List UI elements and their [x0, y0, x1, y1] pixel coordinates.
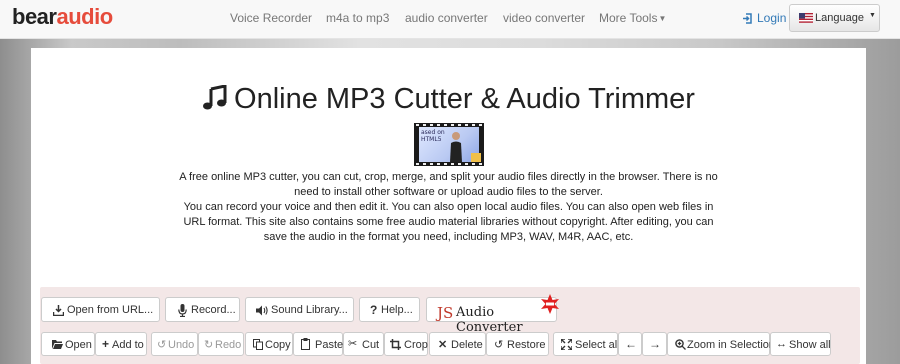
description-paragraph-1: A free online MP3 cutter, you can cut, c…	[179, 171, 718, 198]
zoom-in-icon	[675, 339, 686, 350]
nav-audio-converter[interactable]: audio converter	[405, 11, 488, 25]
nav-more-tools-label: More Tools	[599, 11, 658, 25]
login-link[interactable]: Login	[742, 11, 786, 25]
caret-down-icon: ▼	[869, 12, 876, 19]
undo-icon: ↺	[157, 339, 167, 351]
arrow-left-icon: ←	[625, 337, 637, 351]
thumbnail-caption-line2: HTML5	[421, 136, 442, 143]
redo-label: Redo	[215, 339, 242, 351]
cut-button[interactable]: ✂ Cut	[343, 332, 384, 356]
language-dropdown[interactable]: Language ▼	[789, 4, 880, 32]
help-label: Help...	[381, 304, 413, 316]
open-label: Open	[65, 339, 92, 351]
resize-horizontal-icon: ↔	[776, 338, 787, 350]
delete-button[interactable]: ✕ Delete	[429, 332, 486, 356]
help-button[interactable]: ? Help...	[359, 297, 420, 322]
main-panel: Online MP3 Cutter & Audio Trimmer ased o…	[31, 48, 866, 364]
new-badge-icon	[541, 294, 559, 314]
thumbnail-caption: ased on HTML5	[421, 129, 445, 143]
music-note-icon	[203, 84, 227, 110]
arrow-right-icon: →	[649, 337, 661, 351]
zoom-in-selection-button[interactable]: Zoom in Selection	[667, 332, 775, 356]
copy-icon	[253, 339, 263, 350]
nav-video-converter[interactable]: video converter	[503, 11, 585, 25]
language-label: Language	[815, 12, 864, 24]
js-badge-label: JS	[437, 304, 454, 322]
redo-icon: ↻	[204, 339, 214, 351]
restore-icon: ↺	[494, 339, 504, 351]
copy-label: Copy	[265, 339, 291, 351]
paste-icon	[301, 338, 310, 350]
html5-video-thumbnail[interactable]: ased on HTML5	[414, 123, 484, 166]
plus-icon: +	[102, 337, 110, 351]
open-button[interactable]: Open	[41, 332, 95, 356]
description-paragraph-2: You can record your voice and then edit …	[183, 201, 714, 243]
top-navbar: bearaudio Voice Recorder m4a to mp3 audi…	[0, 0, 900, 39]
copy-button[interactable]: Copy	[245, 332, 293, 356]
sound-library-label: Sound Library...	[271, 304, 348, 316]
page-title: Online MP3 Cutter & Audio Trimmer	[31, 82, 866, 116]
paste-label: Paste	[315, 339, 344, 351]
caret-down-icon: ▼	[658, 14, 667, 24]
fullscreen-icon	[561, 339, 572, 350]
sound-library-button[interactable]: Sound Library...	[245, 297, 354, 322]
add-to-button[interactable]: + Add to	[95, 332, 147, 356]
nav-m4a-to-mp3[interactable]: m4a to mp3	[326, 11, 389, 25]
restore-label: Restore	[507, 339, 546, 351]
nav-more-tools[interactable]: More Tools▼	[599, 11, 666, 25]
seek-left-button[interactable]: ←	[618, 332, 642, 356]
delete-label: Delete	[451, 339, 483, 351]
folder-open-icon	[52, 340, 63, 349]
crop-label: Crop	[404, 339, 428, 351]
open-from-url-label: Open from URL...	[67, 304, 154, 316]
select-all-button[interactable]: Select all	[553, 332, 620, 356]
volume-icon	[256, 305, 268, 316]
scissors-icon: ✂	[348, 338, 358, 350]
open-from-url-button[interactable]: Open from URL...	[41, 297, 160, 322]
add-to-label: Add to	[112, 339, 144, 351]
brand-logo-part2: audio	[56, 4, 113, 29]
paste-button[interactable]: Paste	[293, 332, 343, 356]
microphone-icon	[178, 304, 187, 317]
login-icon	[743, 13, 752, 24]
nav-voice-recorder[interactable]: Voice Recorder	[230, 11, 312, 25]
audio-editor: Open from URL... Record... Sound Library…	[40, 287, 860, 364]
presenter-figure	[450, 132, 462, 162]
record-label: Record...	[191, 304, 236, 316]
undo-button[interactable]: ↺ Undo	[151, 332, 198, 356]
show-all-button[interactable]: ↔ Show all	[770, 332, 831, 356]
thumbnail-caption-line1: ased on	[421, 129, 445, 136]
play-icon	[471, 153, 481, 162]
download-icon	[53, 305, 64, 316]
show-all-label: Show all	[789, 339, 831, 351]
js-audio-converter-link[interactable]: JS Audio Converter	[426, 294, 559, 335]
crop-button[interactable]: Crop	[384, 332, 428, 356]
question-icon: ?	[370, 303, 378, 317]
redo-button[interactable]: ↻ Redo	[198, 332, 244, 356]
restore-button[interactable]: ↺ Restore	[486, 332, 549, 356]
select-all-label: Select all	[575, 339, 620, 351]
undo-label: Undo	[168, 339, 195, 351]
record-button[interactable]: Record...	[165, 297, 240, 322]
brand-logo-part1: bear	[12, 4, 57, 29]
login-label: Login	[757, 11, 787, 25]
seek-right-button[interactable]: →	[642, 332, 667, 356]
brand-logo[interactable]: bearaudio	[12, 5, 113, 29]
cut-label: Cut	[362, 339, 380, 351]
crop-icon	[390, 339, 401, 350]
page-title-text: Online MP3 Cutter & Audio Trimmer	[234, 83, 695, 115]
us-flag-icon	[799, 13, 813, 23]
page-description: A free online MP3 cutter, you can cut, c…	[176, 170, 721, 245]
zoom-in-selection-label: Zoom in Selection	[687, 339, 776, 351]
close-icon: ✕	[438, 339, 448, 351]
